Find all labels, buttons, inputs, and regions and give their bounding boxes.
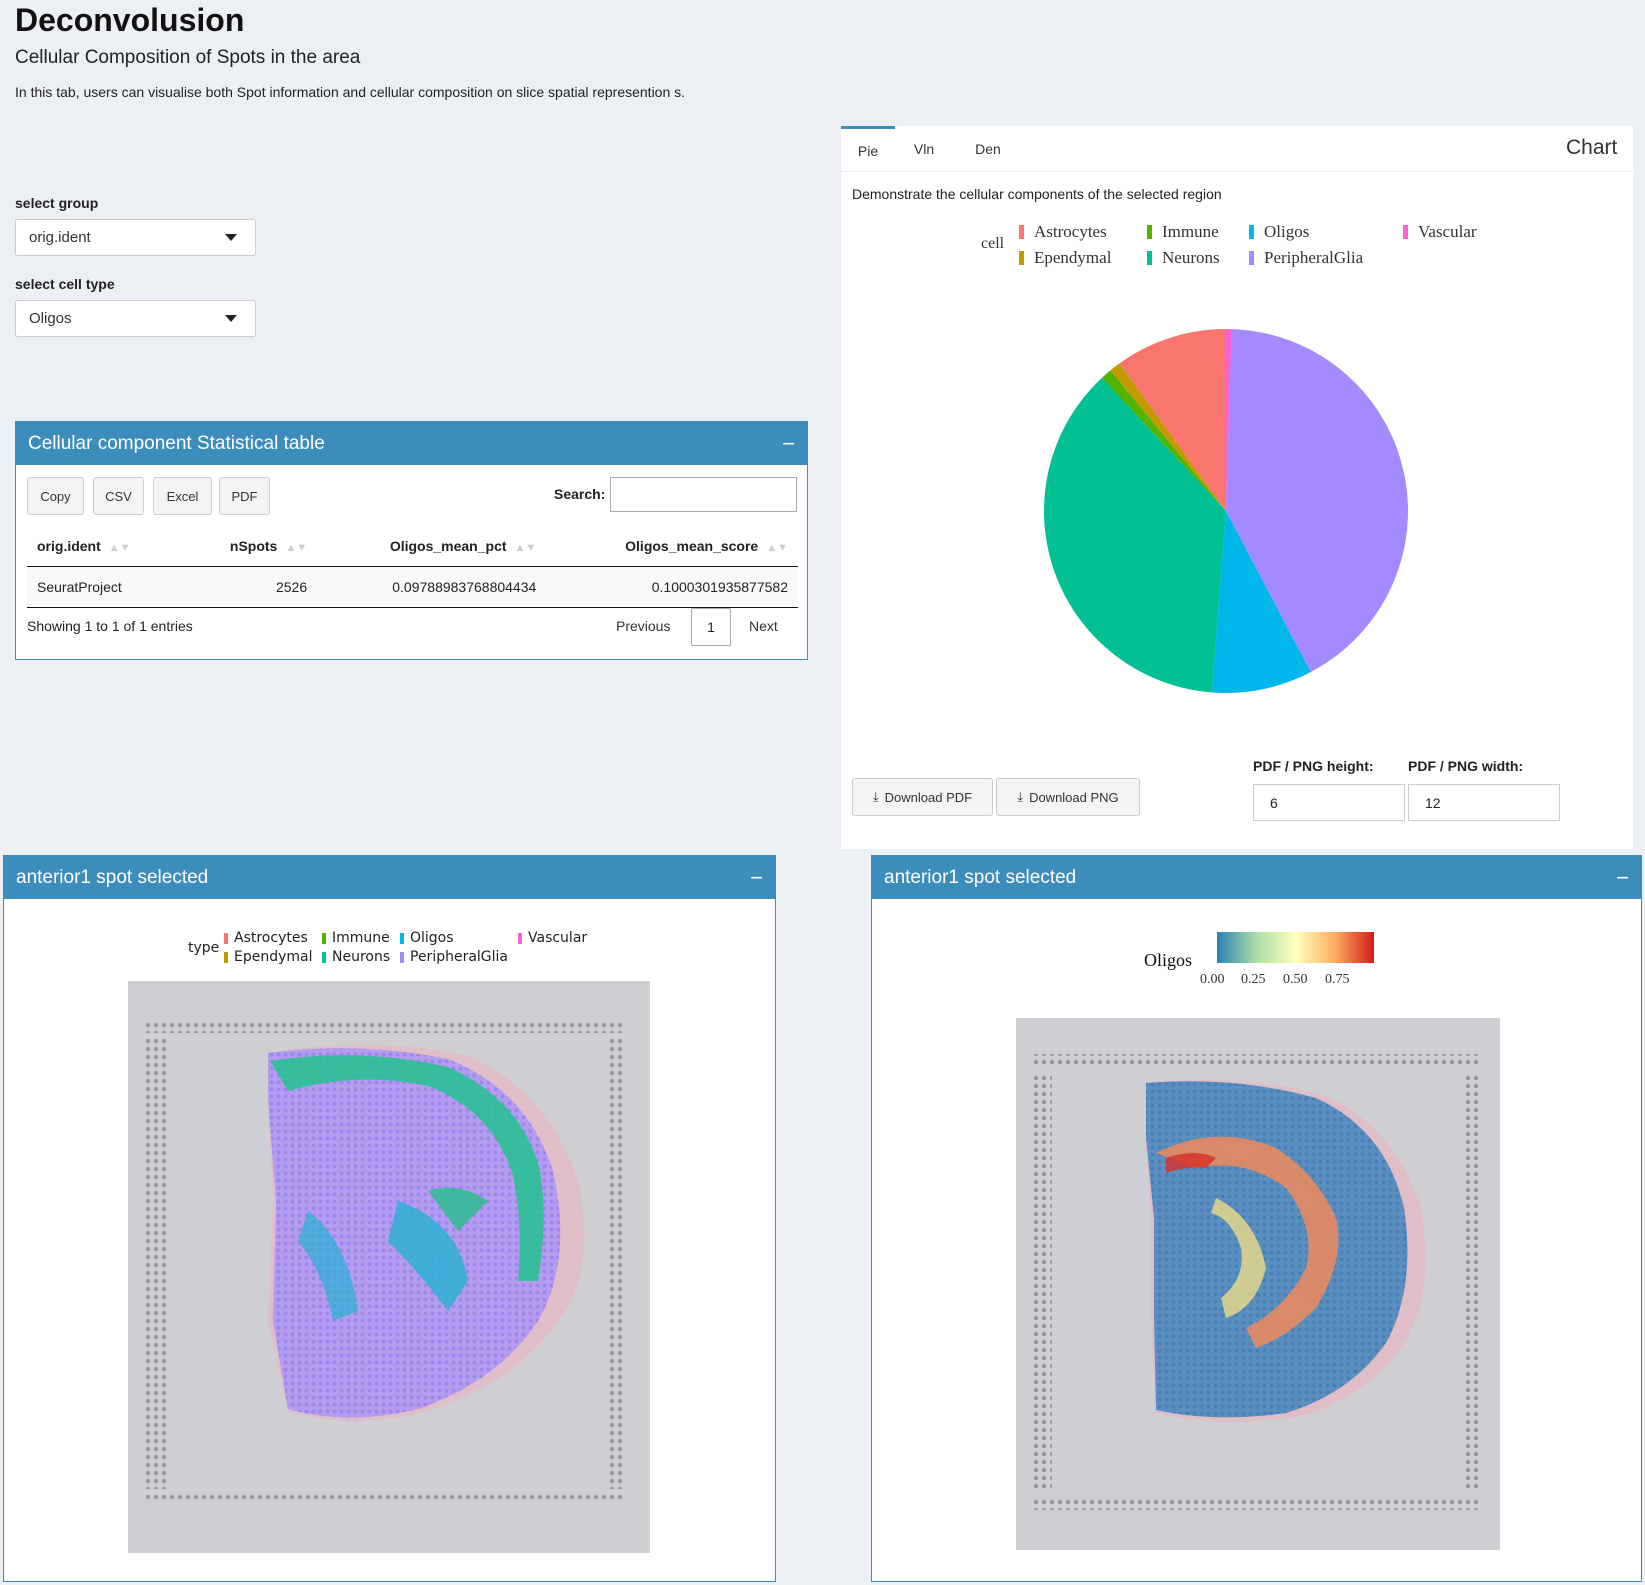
search-label: Search: bbox=[554, 486, 606, 502]
legend-swatch bbox=[1249, 225, 1254, 239]
celltype-select[interactable]: Oligos bbox=[15, 300, 256, 337]
legend-title: type bbox=[188, 940, 220, 956]
tab-den[interactable]: Den bbox=[959, 126, 1017, 172]
table-cell: 2526 bbox=[183, 566, 318, 608]
group-select-value: orig.ident bbox=[29, 229, 91, 246]
chevron-down-icon bbox=[225, 234, 237, 241]
collapse-button[interactable]: − bbox=[750, 866, 763, 889]
next-button[interactable]: Next bbox=[749, 618, 778, 634]
stat-table-title: Cellular component Statistical table bbox=[28, 432, 325, 454]
table-cell: 0.09788983768804434 bbox=[317, 566, 547, 608]
page-subtitle: Cellular Composition of Spots in the are… bbox=[15, 47, 361, 68]
download-pdf-button[interactable]: ⤓ Download PDF bbox=[852, 778, 993, 816]
legend-swatch bbox=[1147, 225, 1152, 239]
tab-pie[interactable]: Pie bbox=[841, 126, 895, 172]
stat-table-header: Cellular component Statistical table − bbox=[16, 422, 807, 465]
spatial-right-title: anterior1 spot selected bbox=[884, 866, 1077, 888]
spatial-left-box: anterior1 spot selected − type Astrocyte… bbox=[3, 855, 776, 1582]
scale-tick: 0.25 bbox=[1241, 972, 1266, 987]
copy-button[interactable]: Copy bbox=[27, 477, 84, 515]
legend-item: Ependymal bbox=[1019, 248, 1111, 268]
spatial-right-header: anterior1 spot selected − bbox=[872, 856, 1641, 899]
legend-item: Ependymal bbox=[224, 949, 313, 965]
page-1-button[interactable]: 1 bbox=[691, 608, 731, 646]
height-input[interactable]: 6 bbox=[1253, 784, 1405, 821]
legend-item: Immune bbox=[322, 930, 390, 946]
chart-panel: Pie Vln Den Chart Demonstrate the cellul… bbox=[841, 126, 1633, 849]
scale-tick: 0.50 bbox=[1283, 972, 1308, 987]
celltype-select-label: select cell type bbox=[15, 276, 115, 292]
scale-title: Oligos bbox=[1144, 950, 1193, 970]
column-header[interactable]: Oligos_mean_score ▲▼ bbox=[546, 526, 798, 567]
collapse-button[interactable]: − bbox=[1616, 866, 1629, 889]
legend-item: PeripheralGlia bbox=[1249, 248, 1363, 268]
pdf-button[interactable]: PDF bbox=[219, 477, 270, 515]
width-label: PDF / PNG width: bbox=[1408, 758, 1524, 774]
csv-button[interactable]: CSV bbox=[93, 477, 144, 515]
legend-title: cell bbox=[981, 235, 1005, 252]
table-row[interactable]: SeuratProject 2526 0.09788983768804434 0… bbox=[27, 566, 798, 608]
tissue-image-celltype bbox=[128, 981, 650, 1553]
width-input[interactable]: 12 bbox=[1408, 784, 1560, 821]
legend-item: Vascular bbox=[518, 930, 587, 946]
chart-caption: Demonstrate the cellular components of t… bbox=[852, 186, 1222, 202]
legend-item: Astrocytes bbox=[224, 930, 308, 946]
chevron-down-icon bbox=[225, 315, 237, 322]
tab-vln[interactable]: Vln bbox=[897, 126, 951, 172]
legend-item: Neurons bbox=[1147, 248, 1220, 268]
table-header-row: orig.ident ▲▼ nSpots ▲▼ Oligos_mean_pct ▲▼ … bbox=[27, 526, 798, 567]
sort-icon: ▲▼ bbox=[766, 542, 788, 554]
previous-button[interactable]: Previous bbox=[616, 618, 670, 634]
pie-chart bbox=[1044, 329, 1408, 693]
legend-item: Astrocytes bbox=[1019, 222, 1107, 242]
legend-item: Oligos bbox=[1249, 222, 1309, 242]
search-input[interactable] bbox=[610, 477, 797, 512]
group-select-label: select group bbox=[15, 195, 99, 211]
scale-tick: 0.75 bbox=[1325, 972, 1350, 987]
legend-item: Vascular bbox=[1403, 222, 1477, 242]
sort-icon: ▲▼ bbox=[108, 542, 131, 554]
legend-swatch bbox=[1019, 225, 1024, 239]
stat-table-box: Cellular component Statistical table − C… bbox=[15, 421, 808, 660]
collapse-button[interactable]: − bbox=[782, 432, 795, 455]
column-header[interactable]: Oligos_mean_pct ▲▼ bbox=[317, 526, 547, 567]
legend-swatch bbox=[1403, 225, 1408, 239]
legend-swatch bbox=[1147, 251, 1152, 265]
legend-item: Neurons bbox=[322, 949, 390, 965]
download-png-button[interactable]: ⤓ Download PNG bbox=[996, 778, 1140, 816]
column-header[interactable]: orig.ident ▲▼ bbox=[27, 526, 184, 567]
sort-icon: ▲▼ bbox=[285, 542, 308, 554]
table-cell: 0.1000301935877582 bbox=[546, 566, 798, 608]
legend-item: PeripheralGlia bbox=[400, 949, 508, 965]
panel-title: Chart bbox=[1566, 136, 1618, 159]
page-title: Deconvolusion bbox=[15, 2, 245, 38]
group-select[interactable]: orig.ident bbox=[15, 219, 256, 256]
scale-tick: 0.00 bbox=[1200, 972, 1225, 987]
spatial-left-header: anterior1 spot selected − bbox=[4, 856, 775, 899]
table-cell: SeuratProject bbox=[27, 566, 184, 608]
color-scale-bar bbox=[1217, 932, 1374, 963]
column-header[interactable]: nSpots ▲▼ bbox=[183, 526, 318, 567]
legend-swatch bbox=[1249, 251, 1254, 265]
page-description: In this tab, users can visualise both Sp… bbox=[15, 84, 686, 100]
spatial-right-box: anterior1 spot selected − Oligos 0.00 0.… bbox=[871, 855, 1642, 1582]
download-icon: ⤓ bbox=[872, 789, 879, 804]
celltype-select-value: Oligos bbox=[29, 310, 72, 327]
tissue-image-score bbox=[1016, 1018, 1500, 1550]
spatial-left-title: anterior1 spot selected bbox=[16, 866, 209, 888]
table-info: Showing 1 to 1 of 1 entries bbox=[27, 618, 193, 634]
height-label: PDF / PNG height: bbox=[1253, 758, 1374, 774]
legend-item: Oligos bbox=[400, 930, 454, 946]
stat-table: orig.ident ▲▼ nSpots ▲▼ Oligos_mean_pct ▲▼ … bbox=[27, 526, 798, 608]
download-icon: ⤓ bbox=[1017, 789, 1024, 804]
excel-button[interactable]: Excel bbox=[153, 477, 212, 515]
legend-swatch bbox=[1019, 251, 1024, 265]
legend-item: Immune bbox=[1147, 222, 1219, 242]
sort-icon: ▲▼ bbox=[514, 542, 537, 554]
